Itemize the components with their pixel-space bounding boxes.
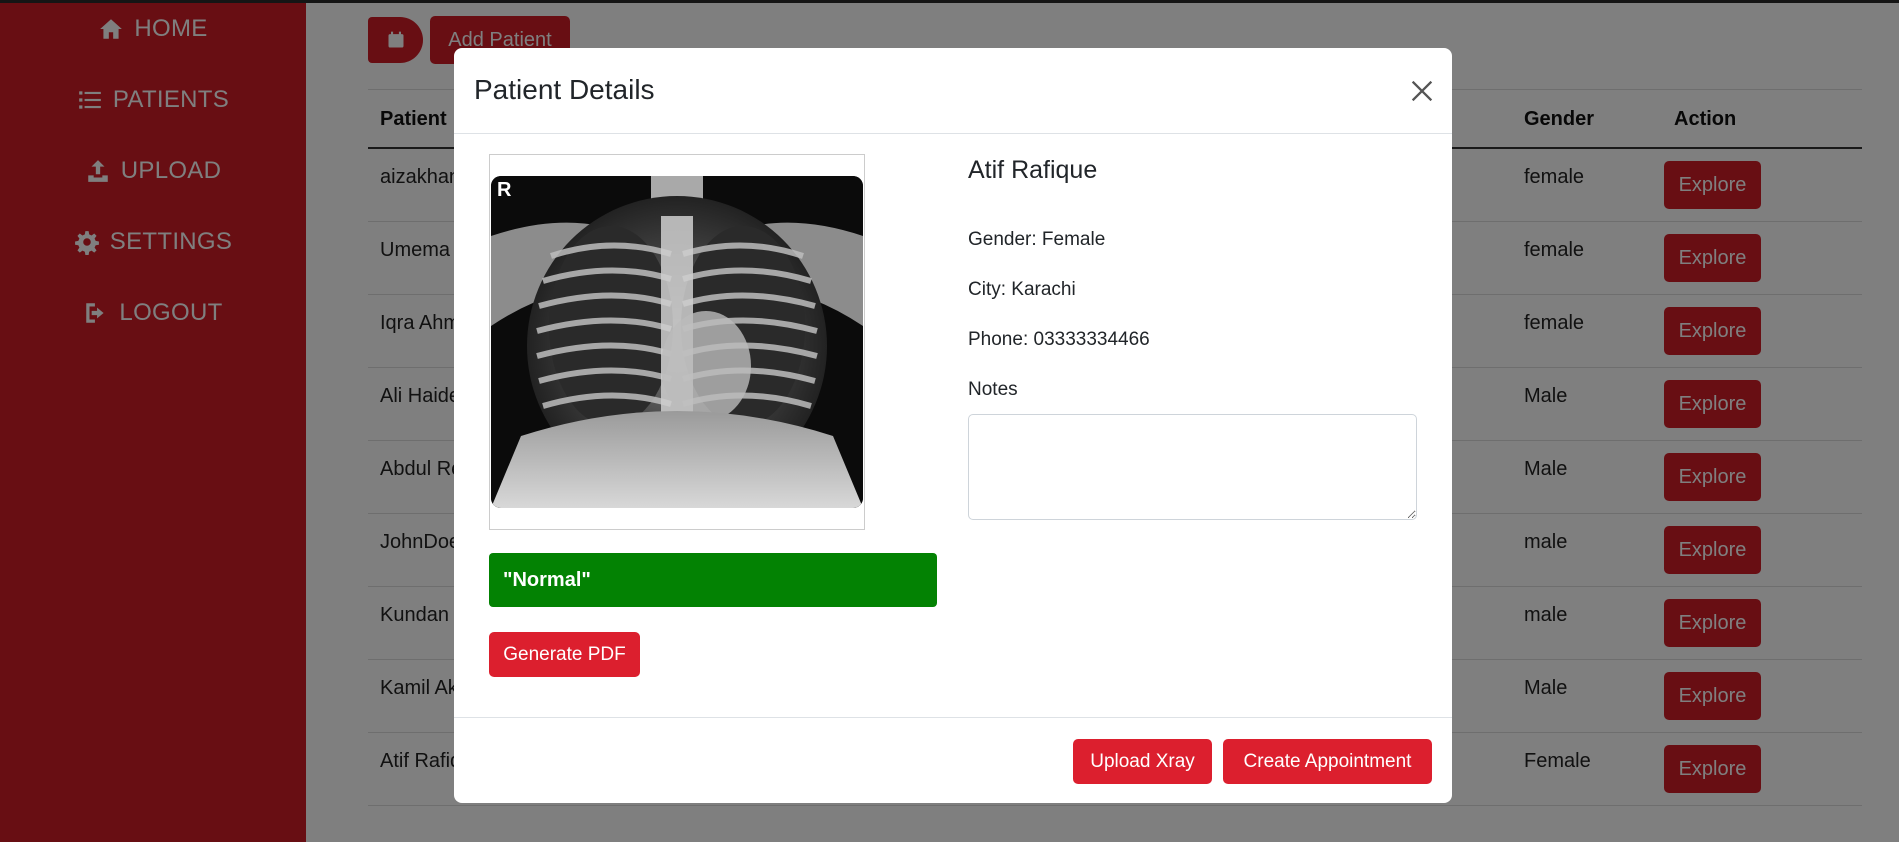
patient-phone: Phone: 03333334466 <box>968 329 1150 350</box>
patient-gender: Gender: Female <box>968 229 1106 250</box>
patient-details-modal: Patient Details R "Normal" Generate PDF … <box>454 48 1452 803</box>
patient-city: City: Karachi <box>968 279 1076 300</box>
xray-image: R <box>491 176 863 508</box>
modal-header: Patient Details <box>454 48 1452 134</box>
diagnosis-result: "Normal" <box>489 553 937 607</box>
modal-footer: Upload Xray Create Appointment <box>454 717 1452 803</box>
close-icon <box>1411 80 1433 102</box>
xray-frame: R <box>489 154 865 530</box>
xray-marker: R <box>497 179 512 201</box>
patient-name: Atif Rafique <box>968 156 1098 184</box>
notes-label: Notes <box>968 379 1018 400</box>
notes-textarea[interactable] <box>968 414 1417 520</box>
create-appointment-button[interactable]: Create Appointment <box>1223 739 1432 784</box>
close-button[interactable] <box>1408 77 1436 105</box>
modal-title: Patient Details <box>474 74 655 105</box>
upload-xray-button[interactable]: Upload Xray <box>1073 739 1212 784</box>
generate-pdf-button[interactable]: Generate PDF <box>489 632 640 677</box>
